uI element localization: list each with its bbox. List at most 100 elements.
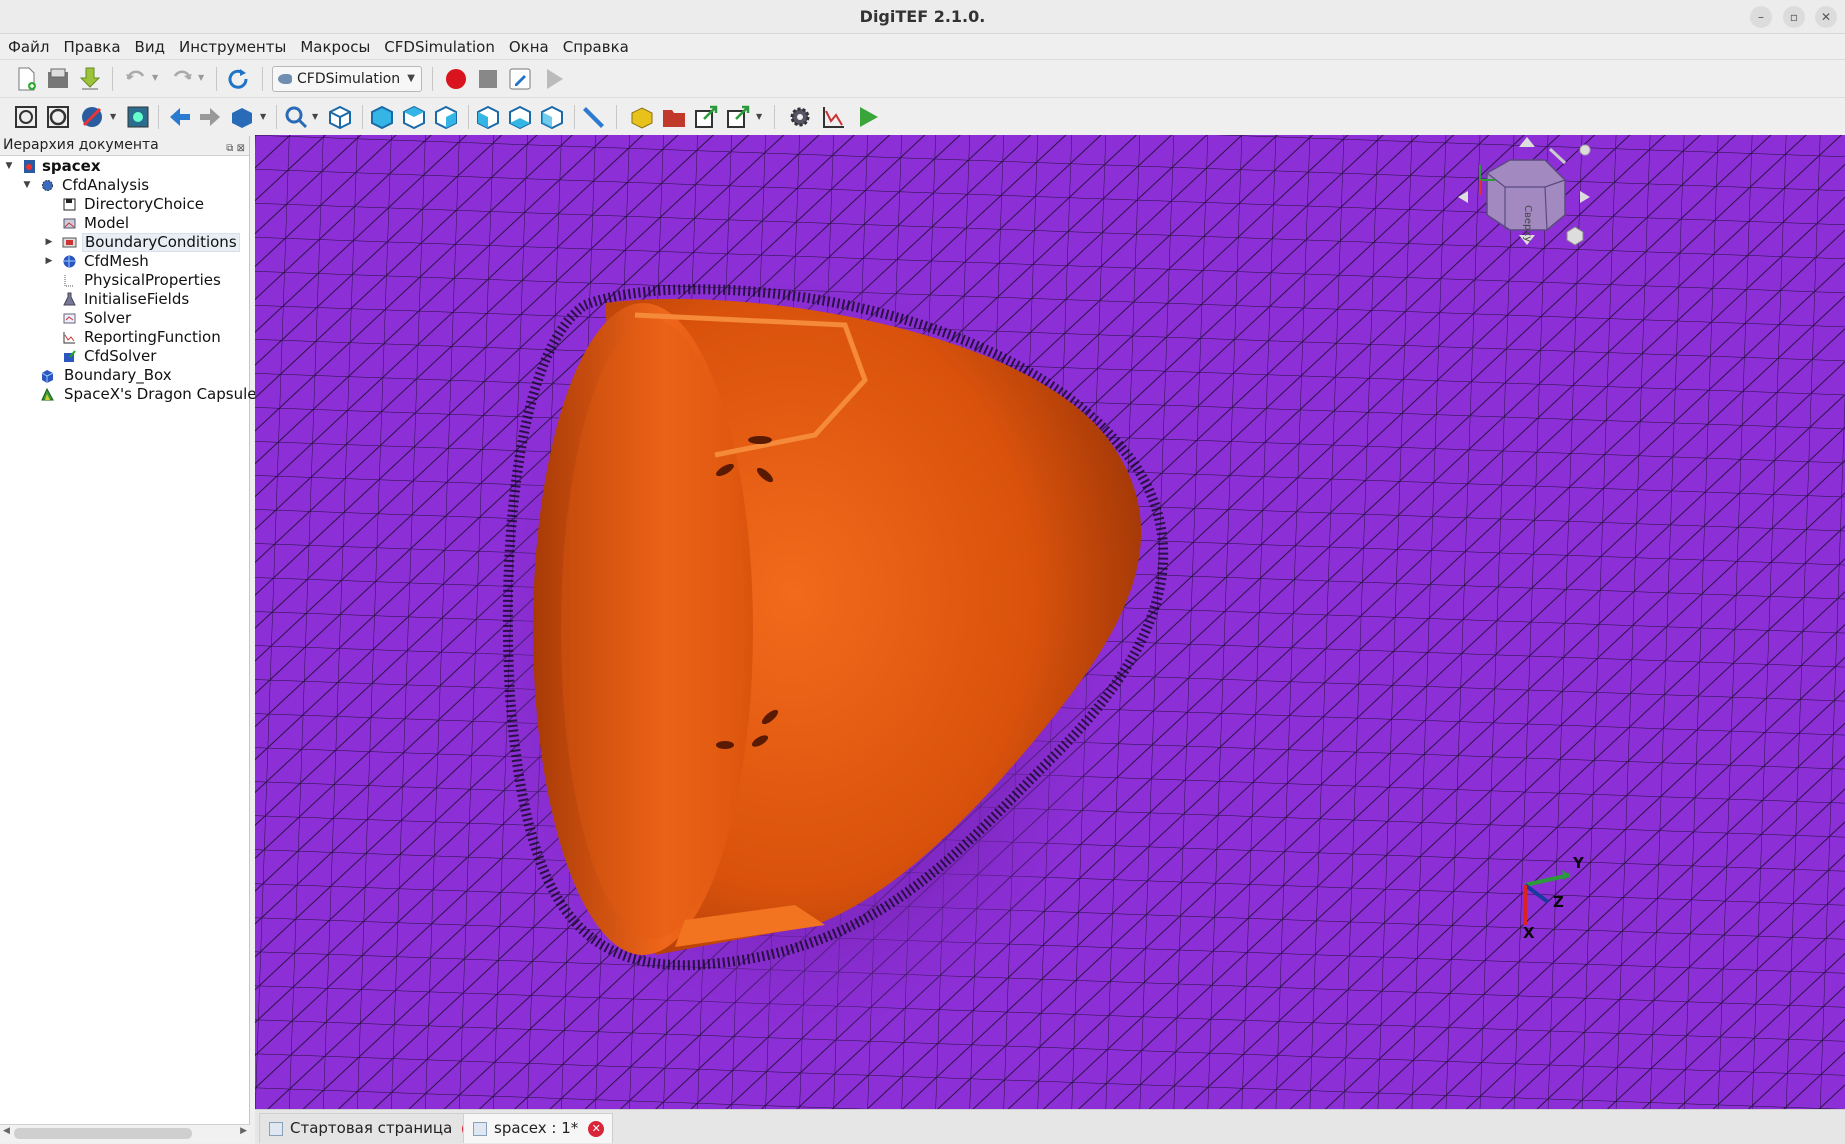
maximize-button[interactable]: ▫ [1783,6,1805,28]
expand-arrow-icon[interactable]: ▶ [44,233,54,252]
link-dropdown-icon[interactable]: ▼ [756,112,762,121]
rear-view-icon[interactable] [474,103,502,131]
nav-menu-icon[interactable] [1579,144,1591,156]
document-icon [24,160,35,173]
std-views-icon[interactable] [228,103,256,131]
close-tab-icon[interactable]: ✕ [588,1121,605,1137]
fit-selection-icon[interactable] [44,103,72,131]
workbench-selector[interactable]: CFDSimulation ▼ [272,66,422,92]
zoom-icon[interactable] [282,103,310,131]
menu-macros[interactable]: Макросы [300,38,370,56]
std-views-dropdown-icon[interactable]: ▼ [260,112,266,121]
left-view-icon[interactable] [538,103,566,131]
chevron-down-icon: ▼ [407,73,415,84]
menu-view[interactable]: Вид [135,38,165,56]
box-icon [41,370,54,383]
link-actions-icon[interactable] [724,103,752,131]
refresh-icon[interactable] [224,65,252,93]
collapse-arrow-icon[interactable]: ▼ [4,157,14,176]
menu-bar: Файл Правка Вид Инструменты Макросы CFDS… [0,34,1845,59]
back-arrow-icon[interactable] [166,103,194,131]
menu-help[interactable]: Справка [563,38,629,56]
right-view-icon[interactable] [432,103,460,131]
close-window-button[interactable]: ✕ [1815,6,1837,28]
fit-all-icon[interactable] [12,103,40,131]
new-document-icon[interactable] [12,65,40,93]
analysis-icon [42,180,53,191]
tab-spacex[interactable]: spacex : 1* ✕ [463,1113,614,1143]
window-title: DigiTEF 2.1.0. [859,7,986,26]
expand-arrow-icon[interactable]: ▶ [44,252,54,271]
physical-icon [64,275,74,287]
scene-canvas: Сверху Y Z X [255,135,1845,1109]
menu-windows[interactable]: Окна [509,38,549,56]
tree-item-label: BoundaryConditions [82,233,240,252]
tab-label: Стартовая страница [290,1119,453,1137]
tree-item-label: DirectoryChoice [84,195,204,213]
bounding-box-icon[interactable] [124,103,152,131]
create-group-icon[interactable] [660,103,688,131]
menu-cfdsimulation[interactable]: CFDSimulation [384,38,495,56]
top-view-icon[interactable] [400,103,428,131]
forward-arrow-icon[interactable] [196,103,224,131]
undo-icon[interactable] [122,65,150,93]
tree-item-label: Model [84,214,130,232]
cfdsolver-icon [64,350,76,362]
minimize-button[interactable]: – [1750,6,1772,28]
panel-float-close-icon[interactable]: ⧉ ⊠ [226,139,245,158]
record-macro-icon[interactable] [442,65,470,93]
menu-edit[interactable]: Правка [63,38,120,56]
draw-style-dropdown-icon[interactable]: ▼ [110,112,116,121]
run-solver-icon[interactable] [854,103,882,131]
3d-viewport[interactable]: Сверху Y Z X [255,135,1845,1109]
redo-icon[interactable] [168,65,196,93]
page-icon [473,1122,487,1136]
draw-style-icon[interactable] [78,103,106,131]
stop-macro-icon[interactable] [474,65,502,93]
redo-dropdown-icon[interactable]: ▼ [198,73,204,82]
create-part-icon[interactable] [628,103,656,131]
mesh-icon [63,255,76,268]
edit-macro-icon[interactable] [506,65,534,93]
settings-gear-icon[interactable] [786,103,814,131]
isometric-view-icon[interactable] [326,103,354,131]
collapse-arrow-icon[interactable]: ▼ [22,176,32,195]
main-toolbar: ▼ ▼ CFDSimulation ▼ [0,59,1845,97]
open-document-icon[interactable] [44,65,72,93]
scroll-left-icon[interactable]: ◀ [3,1126,10,1136]
menu-file[interactable]: Файл [8,38,49,56]
menu-tools[interactable]: Инструменты [179,38,286,56]
title-bar: DigiTEF 2.1.0. – ▫ ✕ [0,0,1845,34]
page-icon [269,1122,283,1136]
measure-icon[interactable] [580,103,608,131]
tree-item-label: CfdMesh [84,252,149,270]
save-download-icon[interactable] [76,65,104,93]
workbench-label: CFDSimulation [297,71,401,87]
tree-item-label: InitialiseFields [84,290,190,308]
workbench-icon [278,74,292,84]
tree-item-label: CfdAnalysis [62,176,150,194]
scroll-right-icon[interactable]: ▶ [240,1126,247,1136]
link-icon[interactable] [692,103,720,131]
tree-item-label: CfdSolver [84,347,157,365]
front-view-icon[interactable] [368,103,396,131]
scrollbar-thumb[interactable] [14,1128,192,1139]
tree-item-label: SpaceX's Dragon Capsule (N [64,385,279,403]
tree-item-label: Boundary_Box [64,366,172,384]
thruster-port [716,741,734,749]
tab-label: spacex : 1* [494,1119,579,1137]
residuals-chart-icon[interactable] [820,103,848,131]
axis-y-label: Y [1572,854,1585,872]
chart-icon [63,332,75,344]
tab-start-page[interactable]: Стартовая страница ✕ [259,1113,488,1143]
solver-icon [63,313,76,324]
boundary-icon [62,237,77,248]
save-icon [63,198,76,211]
zoom-dropdown-icon[interactable]: ▼ [312,112,318,121]
axis-z-label: Z [1553,893,1564,911]
tree-horizontal-scrollbar[interactable]: ◀ ▶ [0,1124,250,1142]
run-macro-icon[interactable] [540,65,568,93]
tree-item-label: ReportingFunction [84,328,221,346]
undo-dropdown-icon[interactable]: ▼ [152,73,158,82]
bottom-view-icon[interactable] [506,103,534,131]
